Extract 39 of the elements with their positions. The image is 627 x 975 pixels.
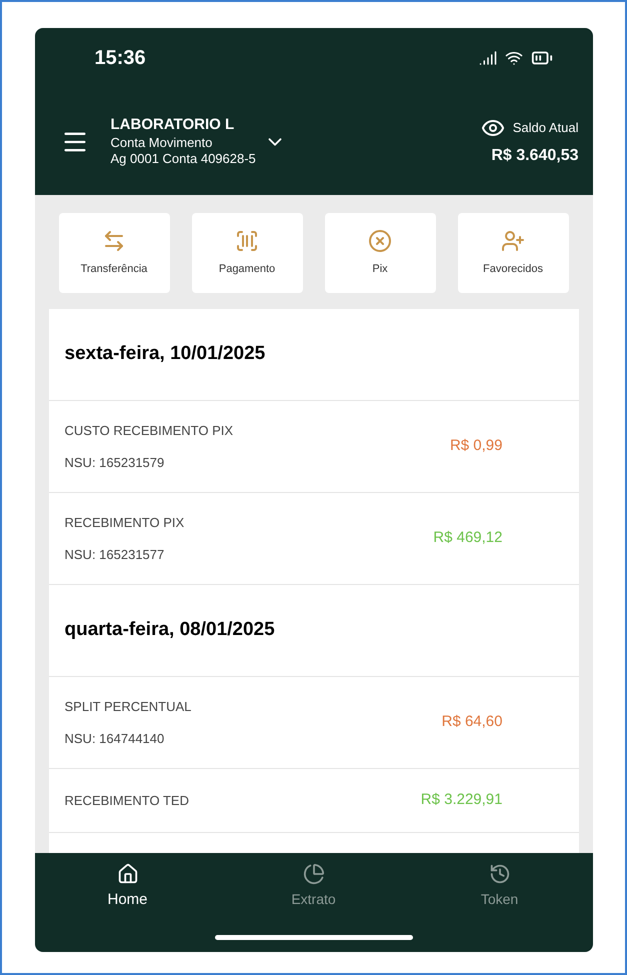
transaction-row[interactable]: SPLIT PERCENTUAL NSU: 164744140 R$ 64,60 — [48, 677, 578, 769]
status-time: 15:36 — [94, 46, 146, 71]
home-icon — [116, 863, 138, 885]
nav-tab[interactable]: Token — [406, 863, 592, 912]
nav-tab[interactable]: Home — [34, 863, 220, 912]
transaction-amount: R$ 64,60 — [442, 712, 502, 732]
transaction-amount: R$ 469,12 — [433, 528, 502, 548]
wifi-icon — [504, 49, 522, 67]
shortcut-button[interactable]: Favorecidos — [458, 213, 568, 293]
arrows-icon — [102, 228, 126, 253]
signal-icon — [478, 49, 496, 67]
transaction-nsu: NSU: 165231579 — [64, 454, 166, 472]
transaction-row[interactable]: CUSTO RECEBIMENTO PIX NSU: 165231579 R$ 0,99 — [48, 401, 578, 493]
balance-amount: R$ 3.640,53 — [491, 146, 578, 166]
shortcut-button[interactable]: Transferência — [58, 213, 170, 293]
transaction-row[interactable]: RECEBIMENTO PIX NSU: 165231577 R$ 469,12 — [48, 493, 578, 585]
transaction-amount: R$ 0,99 — [450, 436, 502, 456]
date-heading: quarta-feira, 08/01/2025 — [64, 618, 275, 642]
barcode-scan-icon — [235, 228, 259, 253]
transaction-title: CUSTO RECEBIMENTO PIX — [64, 422, 234, 440]
nav-tab[interactable]: Extrato — [220, 863, 406, 912]
transaction-amount: R$ 3.229,91 — [420, 790, 502, 810]
pie-chart-icon — [302, 863, 324, 885]
transaction-nsu: NSU: 165231577 — [64, 546, 166, 564]
account-type: Conta Movimento — [110, 134, 214, 151]
account-number: Ag 0001 Conta 409628-5 — [110, 150, 256, 168]
shortcut-button[interactable]: Pix — [324, 213, 436, 293]
transaction-title: SPLIT PERCENTUAL — [64, 698, 192, 716]
person-plus-icon — [501, 228, 525, 253]
transaction-nsu: NSU: 164744140 — [64, 730, 166, 748]
history-icon — [488, 863, 510, 885]
shortcut-button[interactable]: Pagamento — [192, 213, 302, 293]
balance-label: Saldo Atual — [512, 118, 578, 137]
account-name: LABORATORIO L — [110, 116, 236, 135]
circle-cross-icon — [368, 228, 392, 253]
date-heading: sexta-feira, 10/01/2025 — [64, 342, 266, 366]
transaction-title: RECEBIMENTO PIX — [64, 514, 184, 532]
transaction-row[interactable]: RECEBIMENTO TED R$ 3.229,91 — [48, 769, 578, 833]
transaction-title: RECEBIMENTO TED — [64, 792, 189, 810]
